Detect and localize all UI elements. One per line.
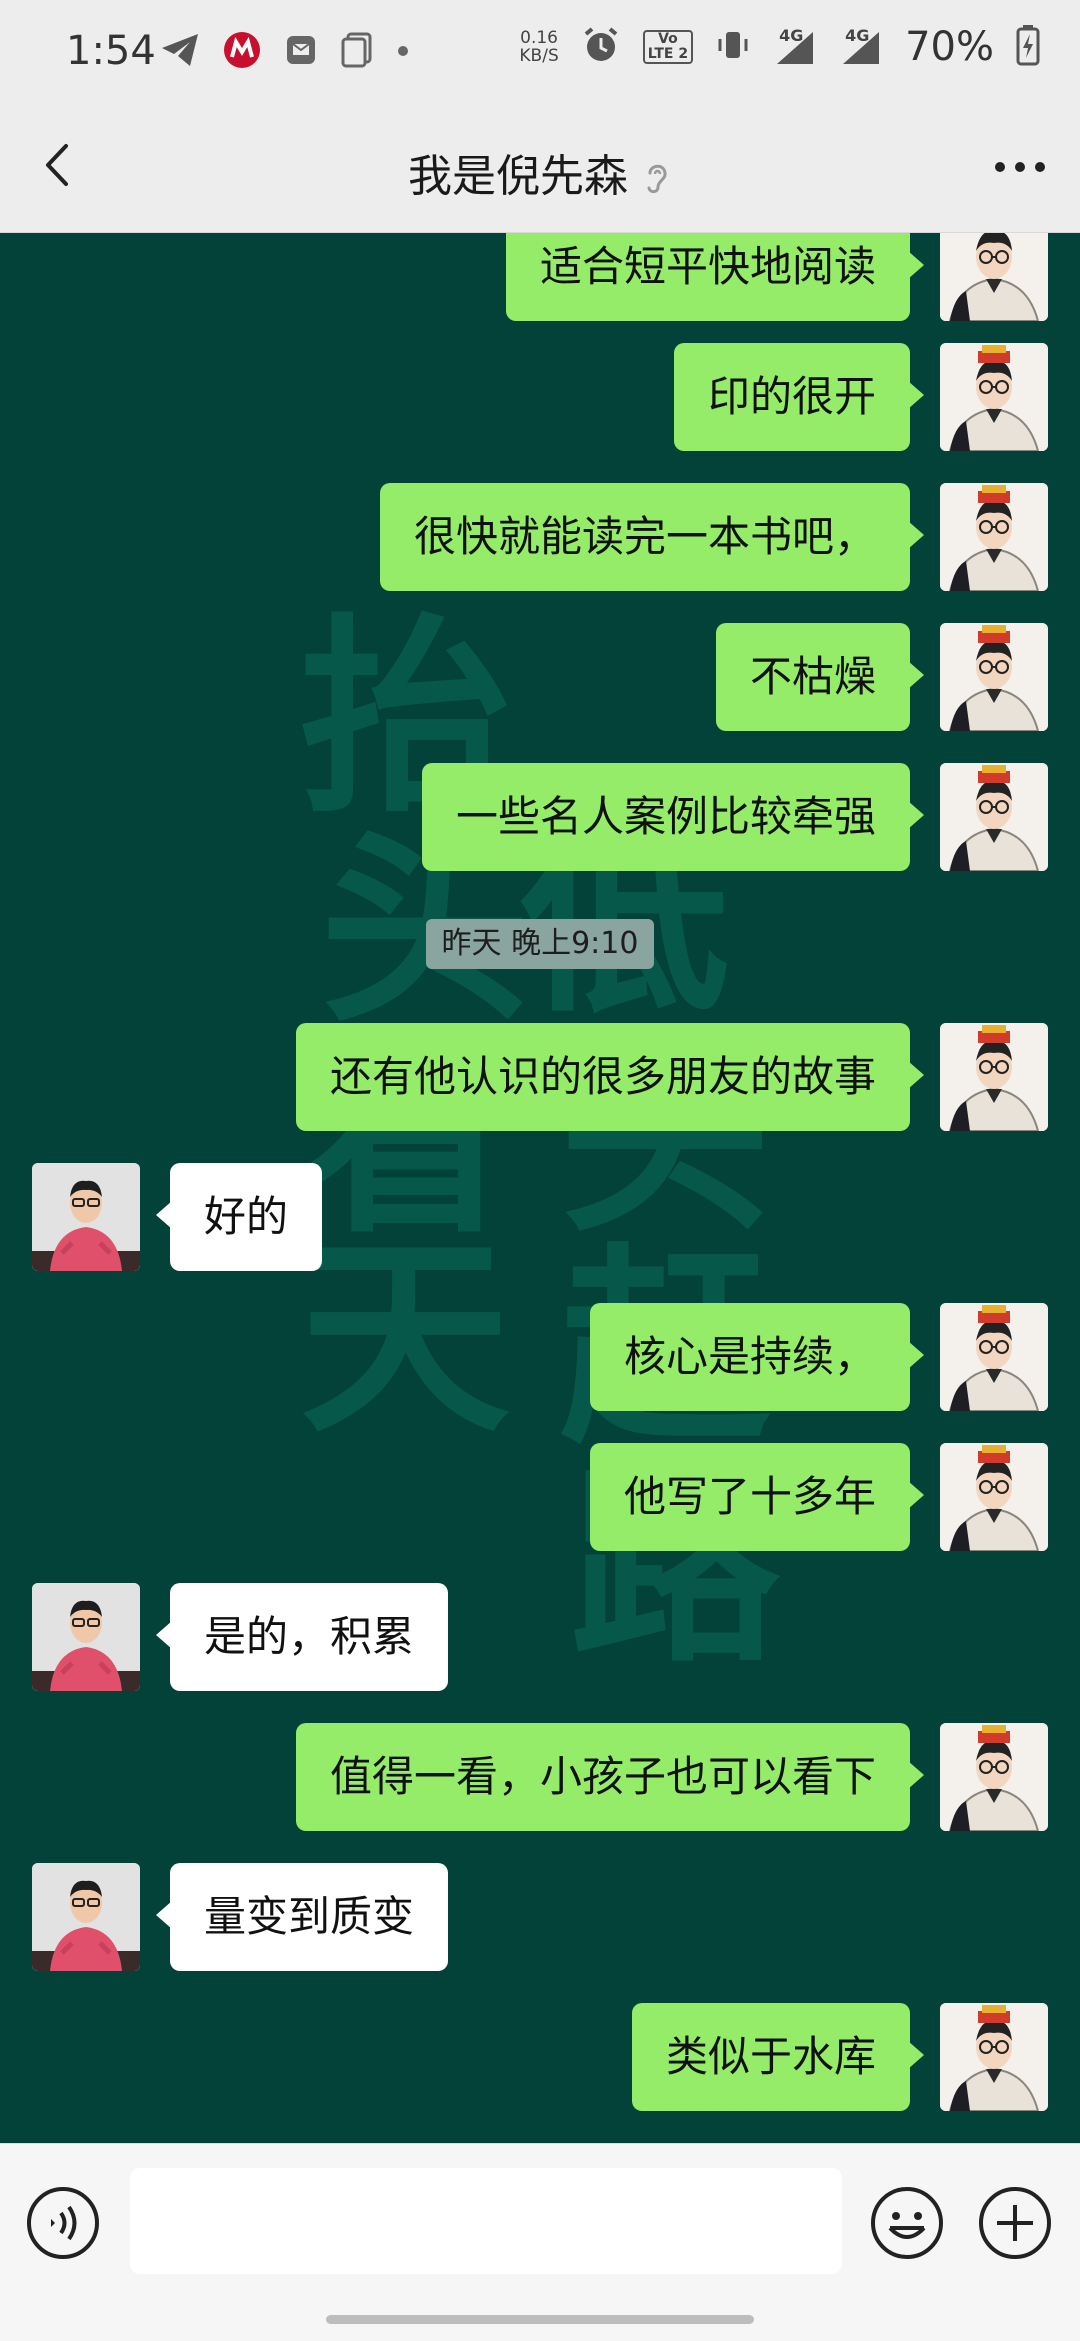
- message-row: 适合短平快地阅读: [0, 233, 1080, 323]
- chat-header: 我是倪先森: [0, 100, 1080, 233]
- contact-avatar[interactable]: [32, 1863, 140, 1971]
- sent-message-bubble[interactable]: 他写了十多年: [589, 1443, 925, 1551]
- chat-title: 我是倪先森: [0, 140, 1080, 204]
- message-row: 很快就能读完一本书吧，: [0, 483, 1080, 593]
- sent-message-bubble[interactable]: 还有他认识的很多朋友的故事: [295, 1023, 925, 1131]
- telegram-icon: [160, 32, 200, 72]
- received-message-bubble[interactable]: 是的，积累: [155, 1583, 449, 1691]
- received-message-bubble[interactable]: 好的: [155, 1163, 323, 1271]
- contact-avatar[interactable]: [32, 1583, 140, 1691]
- more-icon[interactable]: [990, 152, 1050, 182]
- message-row: 还有他认识的很多朋友的故事: [0, 1023, 1080, 1133]
- sent-message-bubble[interactable]: 值得一看，小孩子也可以看下: [295, 1723, 925, 1831]
- bank-app-icon: [222, 30, 262, 74]
- my-avatar[interactable]: [940, 763, 1048, 871]
- my-avatar[interactable]: [940, 343, 1048, 451]
- sent-message-bubble[interactable]: 核心是持续，: [589, 1303, 925, 1411]
- message-input[interactable]: [130, 2168, 842, 2274]
- system-icons: 0.16 KB/S Vo LTE 2 4G 4G 70%: [519, 24, 1040, 70]
- message-row: 量变到质变: [0, 1863, 1080, 1973]
- net-speed: 0.16 KB/S: [519, 28, 559, 66]
- voice-icon[interactable]: [24, 2184, 102, 2262]
- message-row: 类似于水库: [0, 2003, 1080, 2113]
- my-avatar[interactable]: [940, 483, 1048, 591]
- status-time: 1:54: [66, 28, 156, 74]
- sent-message-bubble[interactable]: 不枯燥: [715, 623, 925, 731]
- home-indicator[interactable]: [326, 2315, 754, 2324]
- sent-message-bubble[interactable]: 很快就能读完一本书吧，: [379, 483, 925, 591]
- dot-icon: [396, 43, 410, 62]
- signal-icon-2: 4G: [839, 26, 883, 66]
- sent-message-bubble[interactable]: 一些名人案例比较牵强: [421, 763, 925, 871]
- vibrate-icon: [715, 27, 751, 67]
- sent-message-bubble[interactable]: 类似于水库: [631, 2003, 925, 2111]
- input-bar: [0, 2143, 1080, 2341]
- my-avatar[interactable]: [940, 1723, 1048, 1831]
- mail-icon: [284, 33, 318, 71]
- received-message-bubble[interactable]: 量变到质变: [155, 1863, 449, 1971]
- message-timestamp: 昨天 晚上9:10: [426, 919, 654, 969]
- status-bar: 1:54 0.16 KB/S Vo LTE 2 4G 4G 70%: [0, 0, 1080, 100]
- plus-icon[interactable]: [976, 2184, 1054, 2262]
- my-avatar[interactable]: [940, 1443, 1048, 1551]
- message-row: 一些名人案例比较牵强: [0, 763, 1080, 873]
- contact-avatar[interactable]: [32, 1163, 140, 1271]
- message-row: 是的，积累: [0, 1583, 1080, 1693]
- message-row: 他写了十多年: [0, 1443, 1080, 1553]
- message-row: 核心是持续，: [0, 1303, 1080, 1413]
- battery-level: 70%: [905, 24, 994, 70]
- volte-icon: Vo LTE 2: [642, 30, 694, 64]
- emoji-icon[interactable]: [868, 2184, 946, 2262]
- my-avatar[interactable]: [940, 233, 1048, 321]
- my-avatar[interactable]: [940, 1303, 1048, 1411]
- message-row: 印的很开: [0, 343, 1080, 453]
- message-row: 好的: [0, 1163, 1080, 1273]
- battery-charging-icon: [1016, 24, 1040, 70]
- sent-message-bubble[interactable]: 适合短平快地阅读: [505, 233, 925, 321]
- message-row: 不枯燥: [0, 623, 1080, 733]
- sent-message-bubble[interactable]: 印的很开: [673, 343, 925, 451]
- chat-message-list[interactable]: 抬 头 看 天 低 头 赶 路 昨天 晚上9:10 适合短平快地阅读印的很开很快…: [0, 233, 1080, 2143]
- ear-icon: [642, 155, 672, 194]
- my-avatar[interactable]: [940, 623, 1048, 731]
- alarm-icon: [581, 25, 621, 69]
- message-row: 值得一看，小孩子也可以看下: [0, 1723, 1080, 1833]
- signal-icon-1: 4G: [773, 26, 817, 66]
- my-avatar[interactable]: [940, 1023, 1048, 1131]
- document-icon: [340, 32, 374, 72]
- my-avatar[interactable]: [940, 2003, 1048, 2111]
- notification-icons: [160, 30, 410, 74]
